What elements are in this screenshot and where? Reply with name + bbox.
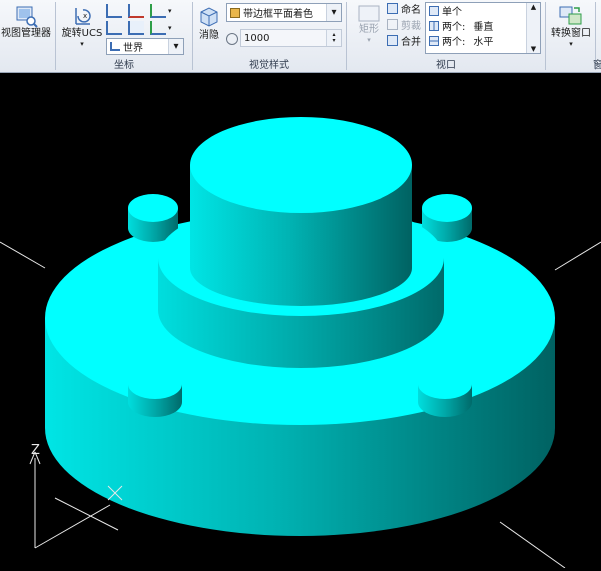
bolt-boss-top bbox=[422, 194, 472, 222]
ucs-3point-icon[interactable] bbox=[150, 20, 166, 35]
clip-label: 剪裁 bbox=[401, 21, 421, 32]
visual-styles-panel-title: 视觉样式 bbox=[249, 60, 289, 71]
grid-line bbox=[0, 241, 46, 269]
chevron-down-icon: ▾ bbox=[569, 40, 573, 48]
chevron-down-icon: ▾ bbox=[168, 6, 172, 15]
visual-style-value: 带边框平面着色 bbox=[243, 9, 313, 20]
value-field: 1000 bbox=[244, 32, 270, 44]
drawing-viewport[interactable]: Z bbox=[0, 74, 601, 569]
bolt-boss-top bbox=[128, 369, 182, 399]
hidden-style-icon bbox=[200, 7, 218, 27]
chevron-down-icon: ▾ bbox=[168, 23, 172, 32]
scroll-down-icon[interactable]: ▼ bbox=[531, 45, 536, 53]
rect-viewport-button[interactable]: 矩形 ▾ bbox=[352, 4, 386, 44]
visual-style-icon bbox=[230, 7, 240, 18]
chevron-down-icon: ▾ bbox=[80, 40, 84, 48]
rect-viewport-label: 矩形 bbox=[359, 24, 379, 35]
grid-line bbox=[54, 497, 119, 531]
view-manager-icon bbox=[16, 6, 38, 28]
clip-viewport-button[interactable]: 剪裁 bbox=[387, 17, 421, 32]
view-manager-label: 视图管理器 bbox=[1, 28, 51, 39]
regen-label: 消隐 bbox=[199, 30, 219, 41]
viewport-config-label: 两个: bbox=[442, 37, 466, 48]
switch-window-button[interactable]: 转换窗口 ▾ bbox=[548, 4, 594, 48]
regen-button[interactable]: 消隐 bbox=[195, 4, 223, 42]
ribbon: 视图管理器 x 旋转UCS ▾ ▾ ▾ 世界 ▾ 坐标 消隐 带边框平面着色 ▾… bbox=[0, 0, 601, 73]
join-viewport-button[interactable]: 合并 bbox=[387, 33, 421, 48]
switch-window-icon bbox=[559, 6, 582, 25]
two-horizontal-icon bbox=[429, 35, 439, 46]
viewport-config-label: 两个: bbox=[442, 22, 466, 33]
ucs-tool-row-1: ▾ bbox=[106, 3, 172, 18]
visual-style-combo[interactable]: 带边框平面着色 ▾ bbox=[226, 3, 342, 22]
viewport-config-label: 单个 bbox=[442, 7, 462, 18]
named-label: 命名 bbox=[401, 5, 421, 16]
ucs-tool-row-2: ▾ bbox=[106, 20, 172, 35]
viewport-list-scrollbar[interactable]: ▲ ▼ bbox=[526, 3, 540, 53]
clip-icon bbox=[387, 19, 398, 30]
viewport-config-item[interactable]: 两个: 水平 bbox=[426, 33, 540, 48]
single-viewport-icon bbox=[429, 5, 439, 16]
coordinates-panel-title: 坐标 bbox=[114, 60, 134, 71]
viewport-config-item[interactable]: 单个 bbox=[426, 3, 540, 18]
scroll-up-icon[interactable]: ▲ bbox=[531, 3, 536, 11]
rotate-ucs-button[interactable]: x 旋转UCS ▾ bbox=[60, 4, 104, 48]
ucs-axis-icon[interactable] bbox=[128, 3, 144, 18]
viewport-config-extra: 水平 bbox=[473, 37, 494, 48]
svg-text:x: x bbox=[83, 12, 87, 20]
ucs-object-icon[interactable] bbox=[128, 20, 144, 35]
axis-z-label: Z bbox=[31, 443, 40, 458]
ucs-named-icon[interactable] bbox=[150, 3, 166, 18]
viewports-panel-title: 视口 bbox=[436, 60, 456, 71]
spinner-arrows-icon[interactable]: ▴ ▾ bbox=[326, 30, 341, 46]
ucs-combo-value: 世界 bbox=[123, 43, 143, 54]
ucs-view-icon[interactable] bbox=[106, 20, 122, 35]
join-label: 合并 bbox=[401, 37, 421, 48]
value-spinner[interactable]: 1000 ▴ ▾ bbox=[240, 29, 342, 47]
view-manager-button[interactable]: 视图管理器 bbox=[0, 4, 52, 40]
viewport-config-extra: 垂直 bbox=[473, 22, 494, 33]
circle-icon bbox=[226, 32, 238, 45]
ucs-combo[interactable]: 世界 ▾ bbox=[106, 38, 184, 55]
window-panel-title: 窗 bbox=[593, 60, 601, 71]
named-icon bbox=[387, 3, 398, 14]
chevron-down-icon: ▾ bbox=[168, 39, 183, 54]
switch-window-label: 转换窗口 bbox=[551, 28, 591, 39]
chevron-down-icon: ▾ bbox=[326, 4, 341, 21]
rectangle-icon bbox=[358, 5, 380, 22]
grid-line bbox=[554, 241, 601, 271]
viewport-config-item[interactable]: 两个: 垂直 bbox=[426, 18, 540, 33]
join-icon bbox=[387, 35, 398, 46]
bolt-boss-top bbox=[418, 369, 472, 399]
ucs-origin-icon[interactable] bbox=[106, 3, 122, 18]
top-boss-top bbox=[190, 117, 412, 213]
bolt-boss-top bbox=[128, 194, 178, 222]
chevron-down-icon: ▾ bbox=[367, 36, 371, 44]
named-viewport-button[interactable]: 命名 bbox=[387, 1, 421, 16]
model-canvas[interactable]: Z bbox=[0, 74, 601, 569]
separator bbox=[545, 2, 546, 70]
viewport-config-list[interactable]: 单个 两个: 垂直 两个: 水平 ▲ ▼ bbox=[425, 2, 541, 54]
ucs-combo-icon bbox=[110, 42, 120, 51]
two-vertical-icon bbox=[429, 20, 439, 31]
rotate-ucs-icon: x bbox=[75, 8, 91, 25]
rotate-ucs-label: 旋转UCS bbox=[61, 28, 103, 39]
grid-line bbox=[499, 521, 566, 569]
